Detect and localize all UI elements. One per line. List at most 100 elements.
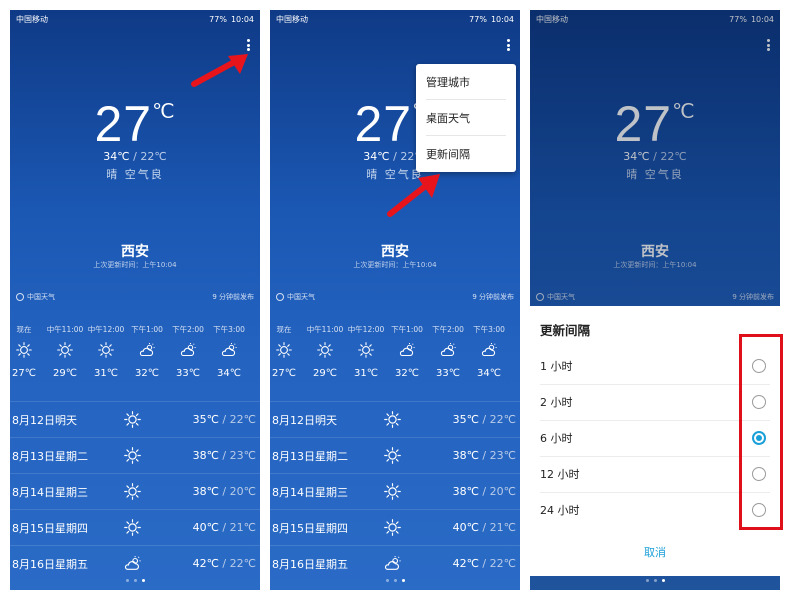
sun-icon xyxy=(124,519,141,539)
hourly-temp: 29℃ xyxy=(53,368,77,379)
source-label: 中国天气 xyxy=(27,293,55,301)
phone-screen-2: 中国移动 77%10:04 27℃ 34℃ / 22℃ 晴 空气良 西安 上次更… xyxy=(270,10,520,590)
daily-date: 8月16日星期五 xyxy=(12,557,88,571)
sun-icon xyxy=(45,338,85,368)
battery-level: 77% xyxy=(469,14,487,24)
daily-row: 8月14日星期三 38℃ / 20℃ xyxy=(270,473,520,509)
current-temperature: 27℃ xyxy=(94,96,176,152)
daily-range: 35℃ / 22℃ xyxy=(192,413,256,426)
page-indicator xyxy=(10,579,260,582)
source-label: 中国天气 xyxy=(287,293,315,301)
last-updated: 上次更新时间：上午10:04 xyxy=(93,261,177,269)
daily-date: 8月14日星期三 xyxy=(12,485,88,499)
daily-range: 40℃ / 21℃ xyxy=(192,521,256,534)
sun-icon xyxy=(384,483,401,503)
hourly-item: 中午11:00 29℃ xyxy=(45,324,85,379)
daily-forecast: 8月12日明天 35℃ / 22℃ 8月13日星期二 38℃ / 23℃ 8月14日… xyxy=(10,401,260,581)
daily-row: 8月15日星期四 40℃ / 21℃ xyxy=(10,509,260,545)
daily-range: 35℃ / 22℃ xyxy=(452,413,516,426)
hourly-item: 中午12:00 31℃ xyxy=(86,324,126,379)
clock: 10:04 xyxy=(230,14,254,24)
hourly-temp: 33℃ xyxy=(436,368,460,379)
interval-option-label: 24 小时 xyxy=(540,504,580,517)
sun-icon xyxy=(86,338,126,368)
daily-row: 8月13日星期二 38℃ / 23℃ xyxy=(10,437,260,473)
city-name[interactable]: 西安 xyxy=(270,241,520,261)
cancel-button[interactable]: 取消 xyxy=(530,544,780,560)
hourly-time: 下午1:00 xyxy=(391,325,423,334)
red-arrow-icon xyxy=(191,54,248,87)
hourly-time: 现在 xyxy=(16,325,32,334)
menu-item-manage-cities[interactable]: 管理城市 xyxy=(426,64,506,100)
hourly-temp: 33℃ xyxy=(176,368,200,379)
dialog-title: 更新间隔 xyxy=(540,323,591,338)
sun-icon xyxy=(384,447,401,467)
hourly-item: 下午1:00 32℃ xyxy=(387,324,427,379)
city-name[interactable]: 西安 xyxy=(10,241,260,261)
sun-icon xyxy=(124,411,141,431)
hourly-time: 中午12:00 xyxy=(347,325,385,334)
hourly-time: 下午2:00 xyxy=(432,325,464,334)
overflow-menu-icon[interactable] xyxy=(502,37,514,53)
hourly-item: 下午3:00 34℃ xyxy=(209,324,249,379)
daily-row: 8月15日星期四 40℃ / 21℃ xyxy=(270,509,520,545)
sun-cloud-icon xyxy=(387,338,427,368)
hourly-time: 下午1:00 xyxy=(131,325,163,334)
hourly-temp: 31℃ xyxy=(94,368,118,379)
sun-icon xyxy=(305,338,345,368)
temp-range: 34℃ / 22℃ xyxy=(103,150,167,163)
daily-row: 8月13日星期二 38℃ / 23℃ xyxy=(270,437,520,473)
interval-option-label: 12 小时 xyxy=(540,468,580,481)
daily-row: 8月14日星期三 38℃ / 20℃ xyxy=(10,473,260,509)
last-updated: 上次更新时间：上午10:04 xyxy=(353,261,437,269)
daily-date: 8月14日星期三 xyxy=(272,485,348,499)
sun-icon xyxy=(384,519,401,539)
daily-row: 8月12日明天 35℃ / 22℃ xyxy=(10,401,260,437)
hourly-item: 下午2:00 33℃ xyxy=(168,324,208,379)
hourly-time: 下午2:00 xyxy=(172,325,204,334)
daily-range: 42℃ / 22℃ xyxy=(452,557,516,570)
daily-date: 8月16日星期五 xyxy=(272,557,348,571)
daily-row: 8月16日星期五 42℃ / 22℃ xyxy=(270,545,520,581)
daily-date: 8月13日星期二 xyxy=(272,449,348,463)
sun-cloud-icon xyxy=(384,555,401,575)
hourly-temp: 27℃ xyxy=(272,368,296,379)
hourly-time: 现在 xyxy=(276,325,292,334)
daily-forecast: 8月12日明天 35℃ / 22℃ 8月13日星期二 38℃ / 23℃ 8月14日… xyxy=(270,401,520,581)
sun-icon xyxy=(124,447,141,467)
hourly-time: 中午11:00 xyxy=(46,325,84,334)
daily-range: 38℃ / 20℃ xyxy=(192,485,256,498)
china-weather-logo-icon xyxy=(276,293,284,301)
hourly-item: 下午2:00 33℃ xyxy=(428,324,468,379)
daily-row: 8月12日明天 35℃ / 22℃ xyxy=(270,401,520,437)
sun-cloud-icon xyxy=(124,555,141,575)
hourly-temp: 32℃ xyxy=(135,368,159,379)
sun-icon xyxy=(270,338,304,368)
sun-cloud-icon xyxy=(127,338,167,368)
source-row: 中国天气 9 分钟前发布 xyxy=(16,292,254,302)
page-indicator xyxy=(270,579,520,582)
hourly-time: 下午3:00 xyxy=(473,325,505,334)
sun-icon xyxy=(384,411,401,431)
daily-date: 8月12日明天 xyxy=(12,413,77,427)
radio-highlight-box xyxy=(739,334,783,530)
hourly-item: 下午3:00 34℃ xyxy=(469,324,509,379)
menu-item-update-interval[interactable]: 更新间隔 xyxy=(426,136,506,172)
daily-range: 38℃ / 23℃ xyxy=(192,449,256,462)
red-arrow-icon xyxy=(387,174,440,217)
hourly-temp: 34℃ xyxy=(217,368,241,379)
publish-time: 9 分钟前发布 xyxy=(472,293,514,301)
hourly-temp: 34℃ xyxy=(477,368,501,379)
daily-range: 40℃ / 21℃ xyxy=(452,521,516,534)
daily-range: 38℃ / 20℃ xyxy=(452,485,516,498)
menu-item-desktop-weather[interactable]: 桌面天气 xyxy=(426,100,506,136)
hourly-item: 中午11:00 29℃ xyxy=(305,324,345,379)
hourly-time: 中午11:00 xyxy=(306,325,344,334)
sun-cloud-icon xyxy=(209,338,249,368)
sun-icon xyxy=(124,483,141,503)
daily-row: 8月16日星期五 42℃ / 22℃ xyxy=(10,545,260,581)
carrier-label: 中国移动 xyxy=(276,14,308,24)
hourly-temp: 32℃ xyxy=(395,368,419,379)
hourly-temp: 27℃ xyxy=(12,368,36,379)
hourly-item: 下午1:00 32℃ xyxy=(127,324,167,379)
